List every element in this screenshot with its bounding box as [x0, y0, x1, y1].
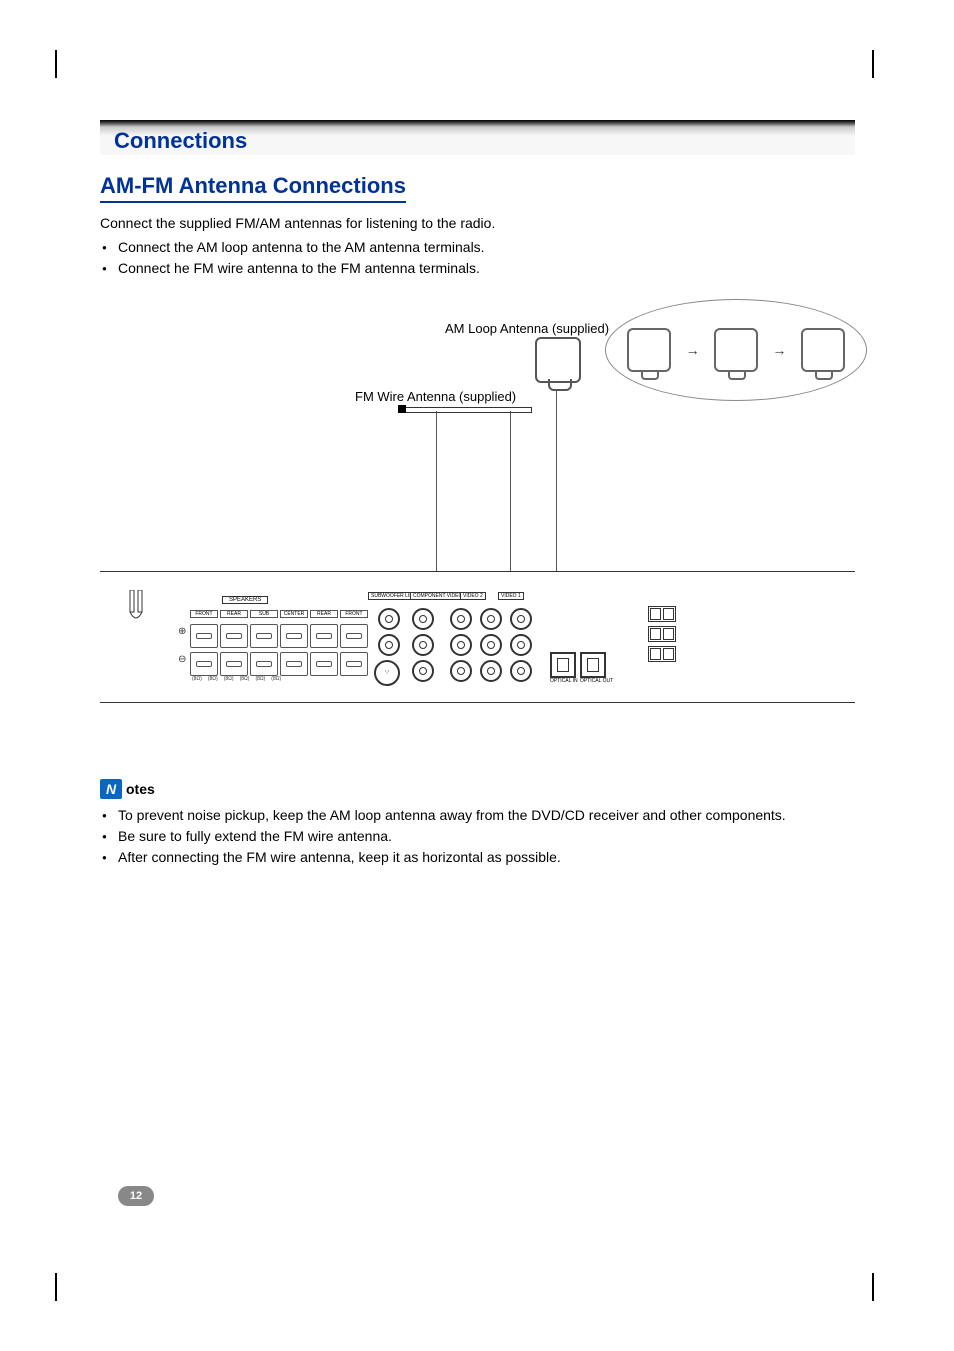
speakers-label: SPEAKERS — [222, 596, 268, 604]
crop-mark — [55, 1273, 57, 1301]
antenna-terminal-icon — [648, 646, 676, 662]
page-heading: AM-FM Antenna Connections — [100, 173, 406, 203]
rca-jack-icon — [510, 660, 532, 682]
rca-jack-icon — [412, 608, 434, 630]
crop-mark — [55, 50, 57, 78]
speaker-terminal-icon — [220, 652, 248, 676]
receiver-back-panel: SPEAKERS ⊕ ⊖ FRONT REAR SUB CENTER REAR … — [100, 571, 855, 703]
content-area: Connections AM-FM Antenna Connections Co… — [100, 120, 855, 868]
list-item: To prevent noise pickup, keep the AM loo… — [118, 805, 855, 826]
impedance-label: (8Ω) — [208, 676, 218, 682]
col-label: FRONT — [340, 610, 368, 618]
page: Connections AM-FM Antenna Connections Co… — [0, 0, 954, 1351]
col-label: REAR — [310, 610, 338, 618]
crop-mark — [872, 1273, 874, 1301]
arrow-right-icon: → — [686, 342, 700, 358]
speaker-terminal-icon — [280, 624, 308, 648]
antenna-terminal-icon — [648, 626, 676, 642]
rca-jack-icon — [480, 634, 502, 656]
impedance-labels: (8Ω) (8Ω) (8Ω) (8Ω) (8Ω) (8Ω) — [192, 676, 281, 682]
intro-text: Connect the supplied FM/AM antennas for … — [100, 213, 855, 233]
speaker-row — [190, 652, 368, 676]
speaker-terminal-icon — [340, 624, 368, 648]
speaker-row — [190, 624, 368, 648]
notes-n-icon: N — [100, 779, 122, 799]
optical-out-jack-icon — [580, 652, 606, 678]
impedance-label: (8Ω) — [255, 676, 265, 682]
speaker-terminal-icon — [250, 624, 278, 648]
power-cord-icon — [124, 590, 150, 626]
bubble-content: → → — [606, 300, 866, 400]
list-item: Connect he FM wire antenna to the FM ant… — [118, 258, 855, 279]
fm-wire-label: FM Wire Antenna (supplied) — [355, 389, 516, 404]
rca-jack-icon — [510, 634, 532, 656]
jack-header: VIDEO 1 — [498, 592, 524, 600]
crop-mark — [872, 50, 874, 78]
notes-label-suffix: otes — [126, 781, 155, 797]
optical-label: OPTICAL IN — [548, 678, 580, 684]
section-title: Connections — [100, 122, 247, 154]
jack-area: SUBWOOFER LINE OUT COMPONENT VIDEO OUT V… — [368, 592, 543, 692]
col-label: REAR — [220, 610, 248, 618]
rca-jack-icon — [412, 634, 434, 656]
optical-in-jack-icon — [550, 652, 576, 678]
rca-jack-icon — [450, 634, 472, 656]
panel-strip: SPEAKERS ⊕ ⊖ FRONT REAR SUB CENTER REAR … — [100, 586, 855, 686]
impedance-label: (8Ω) — [192, 676, 202, 682]
intro-bullet-list: Connect the AM loop antenna to the AM an… — [100, 237, 855, 279]
notes-heading: N otes — [100, 779, 855, 799]
arrow-right-icon: → — [772, 342, 786, 358]
speaker-terminal-icon — [340, 652, 368, 676]
speaker-terminal-icon — [220, 624, 248, 648]
am-loop-base-icon — [548, 379, 572, 391]
am-loop-step-icon — [801, 328, 845, 372]
am-loop-antenna-icon — [535, 337, 581, 383]
list-item: After connecting the FM wire antenna, ke… — [118, 847, 855, 868]
plus-icon: ⊕ — [178, 626, 186, 637]
col-label: SUB — [250, 610, 278, 618]
fm-wire-end-icon — [398, 405, 406, 413]
bubble-callout: → → — [605, 299, 867, 401]
jack-header: VIDEO 2 — [460, 592, 486, 600]
optical-label: OPTICAL OUT — [578, 678, 615, 684]
rca-jack-icon — [412, 660, 434, 682]
speaker-terminal-icon — [190, 624, 218, 648]
rca-jack-icon — [510, 608, 532, 630]
rca-jack-icon — [378, 608, 400, 630]
fm-wire-antenna-icon — [400, 407, 532, 413]
am-loop-step-icon — [627, 328, 671, 372]
list-item: Connect the AM loop antenna to the AM an… — [118, 237, 855, 258]
am-loop-step-icon — [714, 328, 758, 372]
col-label: CENTER — [280, 610, 308, 618]
speaker-terminal-icon — [190, 652, 218, 676]
antenna-terminal-icon — [648, 606, 676, 622]
rca-jack-icon — [450, 660, 472, 682]
am-loop-label: AM Loop Antenna (supplied) — [445, 321, 609, 336]
antenna-diagram: AM Loop Antenna (supplied) FM Wire Anten… — [100, 309, 855, 719]
antenna-terminal-area — [640, 600, 700, 680]
impedance-label: (8Ω) — [240, 676, 250, 682]
speaker-terminal-icon — [310, 652, 338, 676]
speaker-terminal-icon — [250, 652, 278, 676]
minus-icon: ⊖ — [178, 654, 186, 665]
section-title-bar: Connections — [100, 120, 855, 155]
rca-jack-icon — [480, 660, 502, 682]
rca-jack-icon — [480, 608, 502, 630]
speaker-terminal-block: SPEAKERS ⊕ ⊖ FRONT REAR SUB CENTER REAR … — [162, 596, 342, 681]
notes-list: To prevent noise pickup, keep the AM loo… — [100, 805, 855, 868]
rca-jack-icon — [450, 608, 472, 630]
impedance-label: (8Ω) — [271, 676, 281, 682]
col-label: FRONT — [190, 610, 218, 618]
impedance-label: (8Ω) — [224, 676, 234, 682]
speaker-terminal-icon — [280, 652, 308, 676]
speaker-col-labels: FRONT REAR SUB CENTER REAR FRONT — [190, 610, 368, 618]
speaker-terminal-icon — [310, 624, 338, 648]
svideo-jack-icon: ∵ — [374, 660, 400, 686]
rca-jack-icon — [378, 634, 400, 656]
list-item: Be sure to fully extend the FM wire ante… — [118, 826, 855, 847]
page-number-badge: 12 — [118, 1186, 154, 1206]
